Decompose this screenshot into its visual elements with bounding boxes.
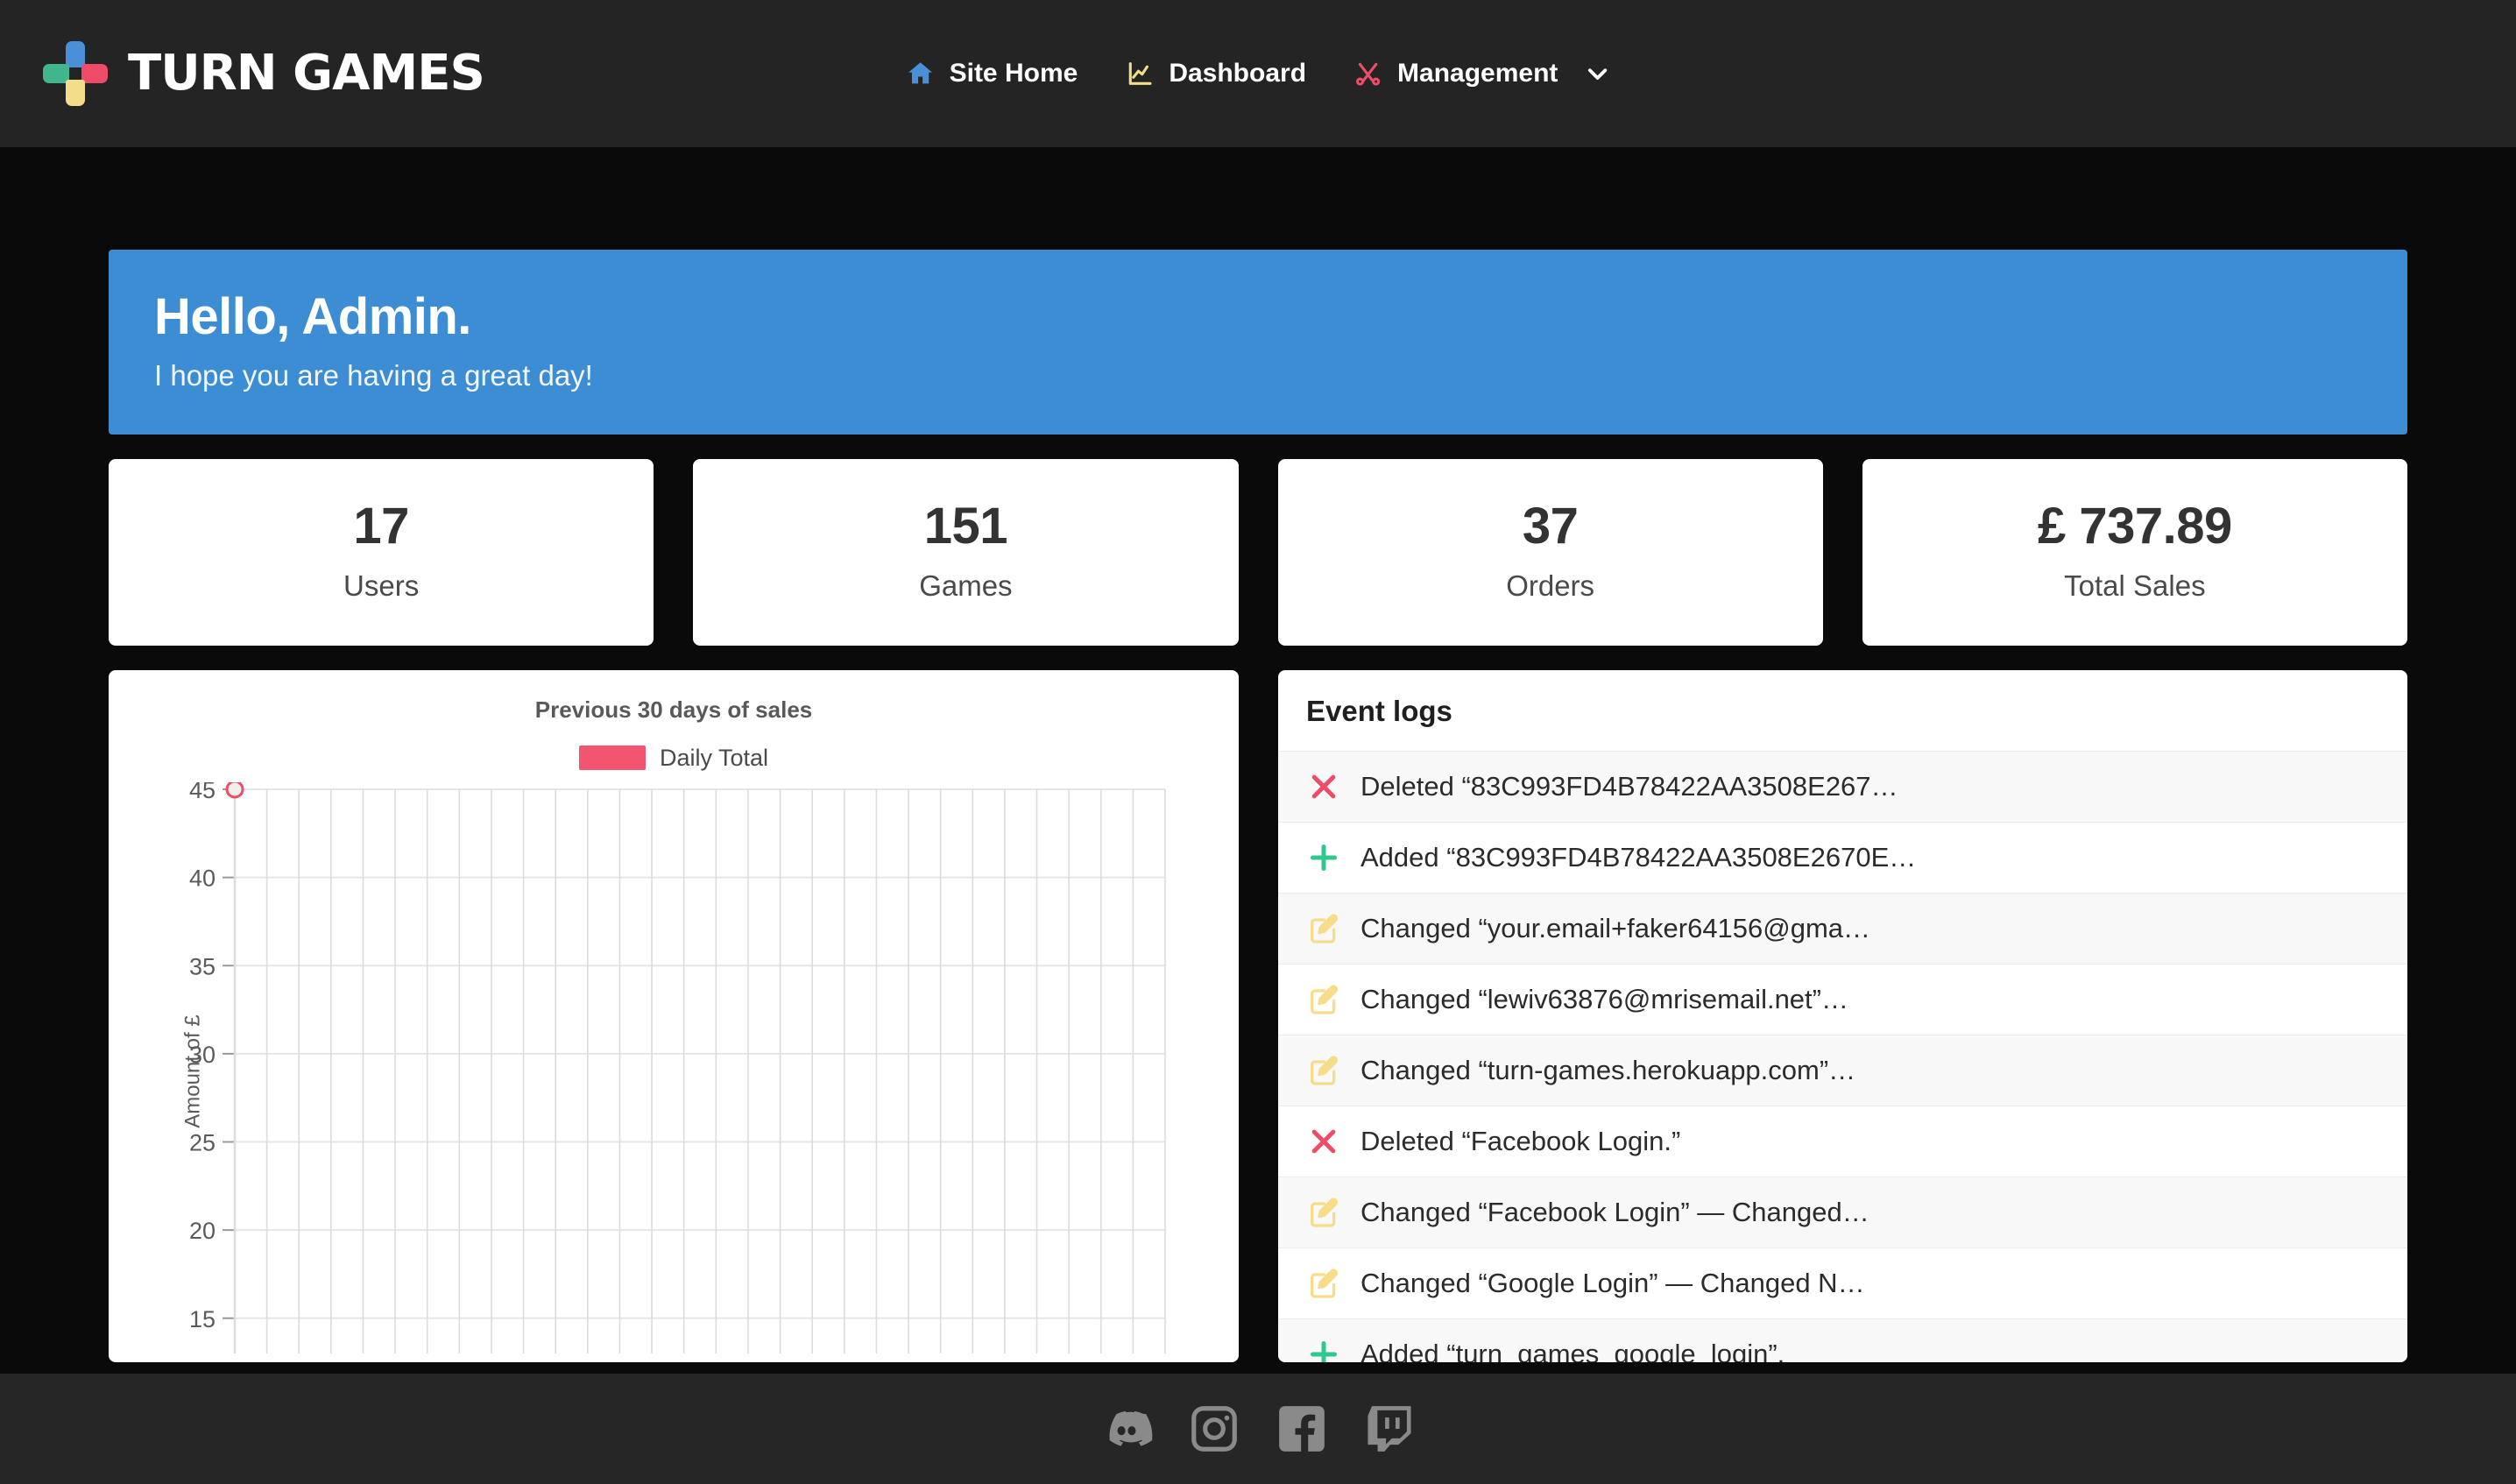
close-x-icon — [1306, 769, 1341, 804]
legend-label-daily-total: Daily Total — [659, 744, 769, 771]
page-content: Hello, Admin. I hope you are having a gr… — [0, 250, 2516, 1362]
stat-label: Orders — [1506, 569, 1595, 603]
edit-pencil-icon — [1306, 982, 1341, 1017]
event-log-row[interactable]: Changed “Facebook Login” — Changed… — [1278, 1176, 2407, 1247]
stat-card-grid: 17 Users 151 Games 37 Orders £ 737.89 To… — [109, 458, 2407, 646]
sales-chart-card: Previous 30 days of sales Daily Total Am… — [109, 669, 1239, 1362]
event-log-text: Deleted “83C993FD4B78422AA3508E267… — [1360, 770, 1898, 802]
facebook-icon[interactable] — [1275, 1402, 1329, 1456]
stat-card-games[interactable]: 151 Games — [693, 458, 1239, 646]
event-log-text: Changed “your.email+faker64156@gma… — [1360, 912, 1871, 943]
event-log-row[interactable]: Changed “Google Login” — Changed N… — [1278, 1247, 2407, 1318]
svg-text:20: 20 — [189, 1218, 216, 1244]
stat-card-orders[interactable]: 37 Orders — [1277, 458, 1823, 646]
home-icon — [906, 59, 936, 88]
stat-label: Users — [343, 569, 420, 603]
event-log-text: Added “83C993FD4B78422AA3508E2670E… — [1360, 841, 1917, 873]
event-log-row[interactable]: Added “83C993FD4B78422AA3508E2670E… — [1278, 821, 2407, 893]
edit-pencil-icon — [1306, 1266, 1341, 1301]
chart-canvas[interactable]: 45 40 35 30 25 20 15 — [131, 781, 1218, 1360]
stat-value: 37 — [1522, 498, 1579, 555]
svg-text:45: 45 — [189, 782, 216, 803]
chart-legend[interactable]: Daily Total — [131, 745, 1216, 772]
legend-swatch-daily-total — [578, 746, 646, 771]
nav-label-management: Management — [1397, 59, 1558, 88]
stat-value: 151 — [923, 498, 1008, 555]
main-navigation: Site Home Dashboard Management — [906, 59, 1611, 88]
brand-logo-link[interactable]: TURN GAMES — [42, 40, 485, 107]
stat-card-total-sales[interactable]: £ 737.89 Total Sales — [1862, 458, 2407, 646]
stat-label: Games — [919, 569, 1013, 603]
chart-plot-area[interactable]: Amount of £ 45 40 35 30 25 20 15 — [131, 781, 1218, 1360]
edit-pencil-icon — [1306, 911, 1341, 946]
stat-card-users[interactable]: 17 Users — [109, 458, 654, 646]
svg-text:40: 40 — [189, 865, 216, 891]
nav-label-dashboard: Dashboard — [1169, 59, 1307, 88]
stat-value: 17 — [353, 498, 409, 555]
welcome-banner: Hello, Admin. I hope you are having a gr… — [109, 250, 2407, 435]
nav-item-management[interactable]: Management — [1353, 59, 1610, 88]
tools-icon — [1353, 59, 1383, 88]
chart-title: Previous 30 days of sales — [534, 696, 813, 723]
edit-pencil-icon — [1306, 1195, 1341, 1230]
nav-item-site-home[interactable]: Site Home — [906, 59, 1078, 88]
edit-pencil-icon — [1306, 1053, 1341, 1088]
event-log-text: Changed “turn-games.herokuapp.com”… — [1360, 1054, 1856, 1085]
svg-text:35: 35 — [189, 953, 216, 979]
svg-text:30: 30 — [189, 1042, 216, 1068]
dpad-logo-icon — [42, 40, 109, 107]
close-x-icon — [1306, 1124, 1341, 1159]
event-log-row[interactable]: Deleted “83C993FD4B78422AA3508E267… — [1278, 750, 2407, 822]
discord-icon[interactable] — [1099, 1402, 1154, 1456]
stat-label: Total Sales — [2064, 569, 2206, 603]
svg-text:15: 15 — [189, 1305, 216, 1332]
svg-text:25: 25 — [189, 1129, 216, 1155]
event-log-text: Changed “Facebook Login” — Changed… — [1360, 1196, 1869, 1227]
chevron-down-icon[interactable] — [1584, 60, 1610, 87]
event-log-row[interactable]: Changed “your.email+faker64156@gma… — [1278, 892, 2407, 964]
plus-icon — [1306, 840, 1341, 875]
event-log-text: Added “turn_games_google_login”. — [1360, 1338, 1785, 1362]
event-log-row[interactable]: Changed “lewiv63876@mrisemail.net”… — [1278, 963, 2407, 1035]
event-log-row[interactable]: Changed “turn-games.herokuapp.com”… — [1278, 1034, 2407, 1106]
event-log-text: Deleted “Facebook Login.” — [1360, 1125, 1681, 1156]
welcome-subtitle: I hope you are having a great day! — [154, 358, 593, 392]
event-log-row[interactable]: Added “turn_games_google_login”. — [1278, 1318, 2407, 1362]
site-footer — [0, 1374, 2516, 1484]
stat-value: £ 737.89 — [2037, 498, 2232, 555]
event-log-text: Changed “Google Login” — Changed N… — [1360, 1267, 1865, 1298]
welcome-greeting: Hello, Admin. — [154, 288, 471, 345]
chart-line-icon — [1125, 59, 1155, 88]
twitch-icon[interactable] — [1362, 1402, 1417, 1456]
nav-label-site-home: Site Home — [949, 59, 1078, 88]
brand-name: TURN GAMES — [128, 45, 485, 102]
dashboard-lower-row: Previous 30 days of sales Daily Total Am… — [109, 669, 2407, 1362]
event-logs-title: Event logs — [1306, 694, 1452, 727]
instagram-icon[interactable] — [1187, 1402, 1241, 1456]
plus-icon — [1306, 1337, 1341, 1362]
event-logs-card: Event logs Deleted “83C993FD4B78422AA350… — [1278, 669, 2407, 1362]
site-header: TURN GAMES Site Home Dashboard Managemen… — [0, 0, 2516, 147]
event-log-text: Changed “lewiv63876@mrisemail.net”… — [1360, 983, 1848, 1014]
event-logs-list: Deleted “83C993FD4B78422AA3508E267… Added… — [1278, 750, 2407, 1362]
nav-item-dashboard[interactable]: Dashboard — [1125, 59, 1306, 88]
event-log-row[interactable]: Deleted “Facebook Login.” — [1278, 1105, 2407, 1177]
